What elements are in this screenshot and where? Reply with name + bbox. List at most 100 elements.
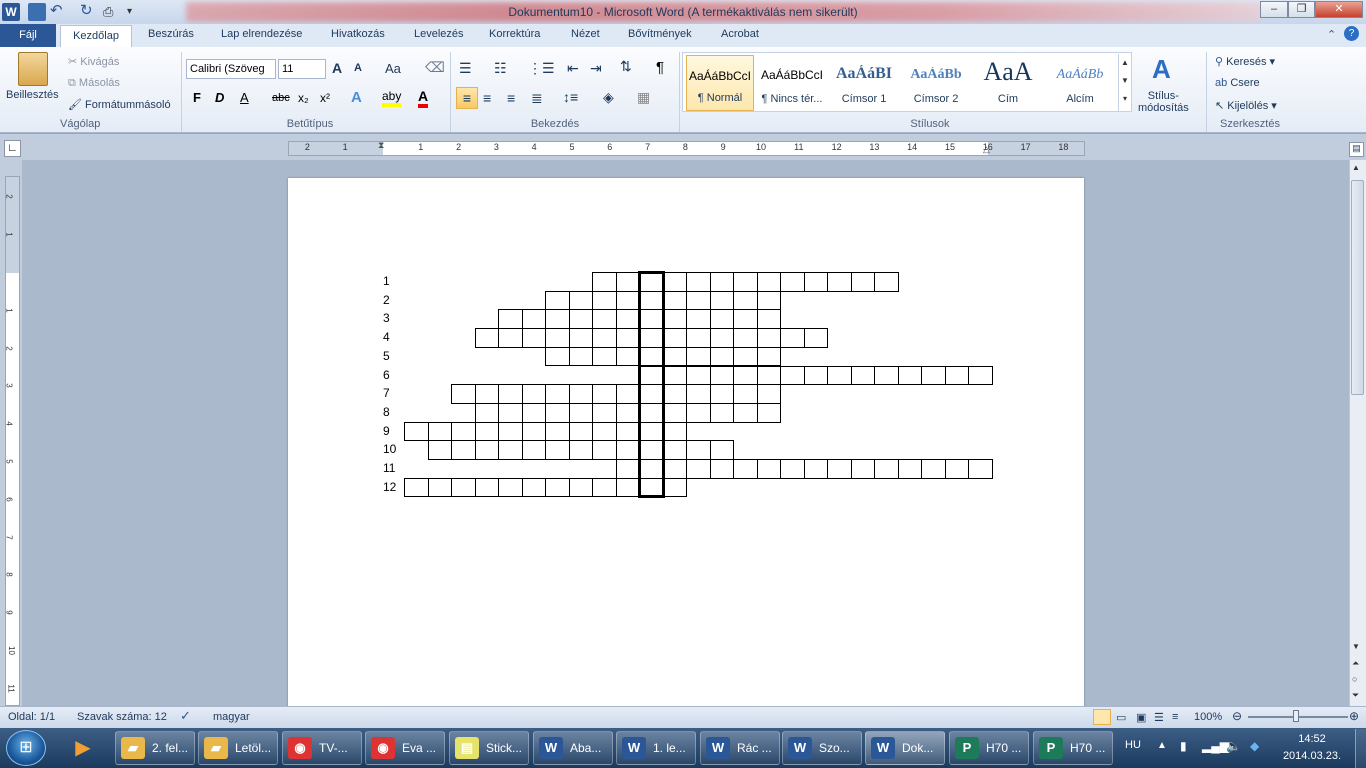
crossword-cell[interactable]: [686, 309, 711, 330]
full-screen-icon[interactable]: ▭: [1116, 711, 1126, 724]
crossword-cell[interactable]: [498, 402, 523, 423]
crossword-cell[interactable]: [874, 365, 899, 386]
sort-icon[interactable]: ⇅: [620, 58, 632, 75]
vertical-ruler[interactable]: 2 1 1 2 3 4 5 6 7 8 9 10 11: [5, 176, 20, 706]
align-center-icon[interactable]: ≡: [483, 90, 491, 106]
underline-button[interactable]: A: [240, 90, 249, 105]
zoom-in-icon[interactable]: ⊕: [1349, 709, 1359, 723]
clock-time[interactable]: 14:52: [1283, 733, 1341, 745]
previous-page-icon[interactable]: ⏶: [1352, 658, 1359, 669]
input-language[interactable]: HU: [1125, 739, 1141, 751]
crossword-cell[interactable]: [545, 384, 570, 404]
indent-marker-icon[interactable]: ⧗: [378, 140, 384, 151]
crossword-cell[interactable]: [521, 421, 546, 442]
crossword-cell[interactable]: [662, 440, 687, 460]
crossword-cell[interactable]: [451, 477, 476, 498]
paste-button[interactable]: Beillesztés: [6, 89, 59, 101]
crossword-cell[interactable]: [968, 365, 993, 386]
crossword-cell[interactable]: [662, 402, 687, 423]
crossword-cell[interactable]: [709, 365, 734, 386]
close-button[interactable]: ✕: [1315, 1, 1363, 18]
crossword-cell[interactable]: [709, 384, 734, 404]
crossword-cell[interactable]: [944, 459, 969, 479]
crossword-cell[interactable]: [850, 459, 875, 479]
crossword-cell[interactable]: [709, 272, 734, 292]
crossword-cell[interactable]: [521, 384, 546, 404]
crossword-cell[interactable]: [756, 365, 781, 386]
crossword-cell[interactable]: [545, 402, 570, 423]
crossword-cell[interactable]: [756, 384, 781, 404]
clock-date[interactable]: 2014.03.23.: [1280, 750, 1344, 762]
crossword-cell[interactable]: [733, 459, 758, 479]
crossword-cell[interactable]: [897, 459, 922, 479]
crossword-cell[interactable]: [568, 440, 593, 460]
crossword-cell[interactable]: [897, 365, 922, 386]
crossword-cell[interactable]: [709, 459, 734, 479]
select-button[interactable]: ↖ Kijelölés ▾: [1215, 99, 1277, 112]
crossword-cell[interactable]: [451, 384, 476, 404]
crossword-cell[interactable]: [498, 328, 523, 348]
crossword-cell[interactable]: [686, 346, 711, 367]
tab-view[interactable]: Nézet: [571, 28, 600, 40]
highlight-button[interactable]: aby: [382, 89, 402, 107]
styles-scroll[interactable]: ▲ ▼ ▾: [1118, 54, 1131, 111]
redo-icon[interactable]: ↻: [80, 3, 98, 21]
tab-home[interactable]: Kezdőlap: [60, 25, 132, 48]
crossword-cell[interactable]: [568, 384, 593, 404]
numbering-icon[interactable]: ☷: [494, 60, 507, 77]
crossword-cell[interactable]: [662, 384, 687, 404]
taskbar-item[interactable]: ▤ Stick...: [449, 731, 529, 765]
crossword-cell[interactable]: [474, 440, 499, 460]
zoom-out-icon[interactable]: ⊖: [1232, 709, 1242, 723]
crossword-cell[interactable]: [592, 346, 617, 367]
crossword-cell[interactable]: [615, 272, 640, 292]
crossword-cell[interactable]: [709, 402, 734, 423]
bullets-icon[interactable]: ☰: [459, 60, 472, 77]
tab-file[interactable]: Fájl: [0, 24, 56, 47]
justify-icon[interactable]: ≣: [531, 90, 543, 107]
crossword-cell[interactable]: [545, 477, 570, 498]
decrease-indent-icon[interactable]: ⇤: [567, 60, 579, 77]
scrollbar-thumb[interactable]: [1351, 180, 1364, 395]
line-spacing-icon[interactable]: ↕≡: [563, 89, 578, 105]
right-indent-marker-icon[interactable]: △: [983, 144, 990, 155]
crossword-cell[interactable]: [592, 290, 617, 311]
taskbar-item[interactable]: ▰ 2. fel...: [115, 731, 195, 765]
crossword-cell[interactable]: [709, 440, 734, 460]
taskbar-item[interactable]: W Dok...: [865, 731, 945, 765]
print-icon[interactable]: ⎙: [103, 3, 121, 21]
crossword-cell[interactable]: [686, 440, 711, 460]
crossword-cell[interactable]: [568, 477, 593, 498]
crossword-cell[interactable]: [568, 290, 593, 311]
tab-insert[interactable]: Beszúrás: [148, 28, 194, 40]
tab-mailings[interactable]: Levelezés: [414, 28, 464, 40]
crossword-cell[interactable]: [615, 309, 640, 330]
crossword-cell[interactable]: [803, 272, 828, 292]
crossword-cell[interactable]: [827, 272, 852, 292]
crossword-cell[interactable]: [545, 328, 570, 348]
crossword-cell[interactable]: [733, 346, 758, 367]
taskbar-item[interactable]: P H70 ...: [1033, 731, 1113, 765]
font-color-button[interactable]: A: [418, 88, 429, 108]
crossword-cell[interactable]: [568, 328, 593, 348]
crossword-cell[interactable]: [592, 477, 617, 498]
scroll-down-icon[interactable]: ▼: [1352, 642, 1360, 651]
minimize-button[interactable]: –: [1260, 1, 1288, 18]
start-button[interactable]: ⊞: [6, 730, 46, 766]
crossword-cell[interactable]: [780, 459, 805, 479]
crossword-cell[interactable]: [756, 309, 781, 330]
superscript-button[interactable]: x²: [320, 91, 330, 105]
crossword-cell[interactable]: [733, 309, 758, 330]
crossword-cell[interactable]: [686, 402, 711, 423]
crossword-cell[interactable]: [662, 309, 687, 330]
crossword-cell[interactable]: [756, 290, 781, 311]
crossword-cell[interactable]: [545, 309, 570, 330]
crossword-cell[interactable]: [780, 365, 805, 386]
crossword-cell[interactable]: [498, 384, 523, 404]
clear-format-icon[interactable]: ⌫: [425, 59, 445, 76]
word-count[interactable]: Szavak száma: 12: [77, 711, 167, 723]
horizontal-ruler[interactable]: 2 1 1 2 3 4 5 6 7 8 9 10 11 12 13 14 15 16 17 18 ⧗ △: [288, 140, 1085, 156]
crossword-cell[interactable]: [756, 328, 781, 348]
crossword-cell[interactable]: [568, 402, 593, 423]
network-icon[interactable]: ▂▄▆: [1202, 739, 1229, 753]
